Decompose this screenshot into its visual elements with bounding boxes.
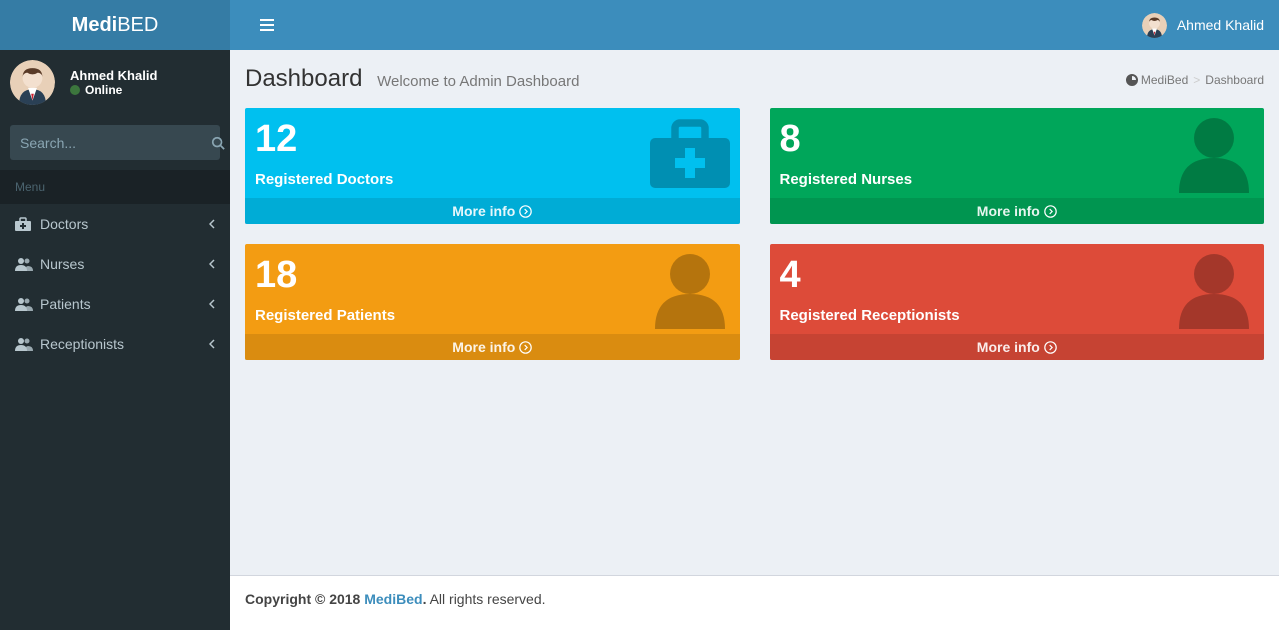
chevron-left-icon	[209, 339, 215, 349]
chevron-left-icon	[209, 259, 215, 269]
breadcrumb-current: Dashboard	[1205, 73, 1264, 87]
person-icon	[1174, 113, 1254, 193]
sidebar-toggle[interactable]	[245, 8, 289, 42]
sidebar: Ahmed Khalid Online Menu Doctors Nurses	[0, 50, 230, 630]
search-input[interactable]	[10, 135, 211, 151]
more-info-link[interactable]: More info	[770, 334, 1265, 360]
chevron-left-icon	[209, 219, 215, 229]
medkit-icon	[15, 217, 40, 231]
avatar	[10, 60, 55, 105]
user-menu[interactable]: Ahmed Khalid	[1142, 13, 1264, 38]
more-info-link[interactable]: More info	[245, 334, 740, 360]
search-button[interactable]	[211, 136, 225, 150]
breadcrumb: MediBed > Dashboard	[1126, 73, 1264, 87]
brand-bold: Medi	[72, 14, 118, 36]
menu-header: Menu	[0, 170, 230, 204]
person-icon	[650, 249, 730, 329]
breadcrumb-root[interactable]: MediBed	[1141, 73, 1188, 87]
arrow-circle-right-icon	[519, 341, 532, 354]
users-icon	[15, 337, 40, 351]
brand-link[interactable]: MediBed	[364, 591, 422, 607]
main-footer: Copyright © 2018 MediBed. All rights res…	[230, 575, 1279, 630]
stat-box-patients: 18 Registered Patients More info	[245, 244, 740, 360]
stat-box-doctors: 12 Registered Doctors More info	[245, 108, 740, 224]
user-panel: Ahmed Khalid Online	[0, 50, 230, 115]
person-icon	[1174, 249, 1254, 329]
chevron-left-icon	[209, 299, 215, 309]
sidebar-item-label: Receptionists	[40, 336, 124, 352]
stat-box-receptionists: 4 Registered Receptionists More info	[770, 244, 1265, 360]
status-dot-icon	[70, 85, 80, 95]
arrow-circle-right-icon	[1044, 341, 1057, 354]
user-status: Online	[70, 83, 157, 97]
bars-icon	[260, 18, 274, 32]
more-info-link[interactable]: More info	[770, 198, 1265, 224]
sidebar-item-label: Patients	[40, 296, 91, 312]
stat-box-nurses: 8 Registered Nurses More info	[770, 108, 1265, 224]
page-title: Dashboard Welcome to Admin Dashboard	[245, 65, 579, 93]
sidebar-item-doctors[interactable]: Doctors	[0, 204, 230, 244]
user-name-sidebar: Ahmed Khalid	[70, 68, 157, 83]
search-icon	[211, 136, 225, 150]
sidebar-item-label: Nurses	[40, 256, 84, 272]
brand-logo[interactable]: MediBED	[0, 0, 230, 50]
avatar	[1142, 13, 1167, 38]
more-info-link[interactable]: More info	[245, 198, 740, 224]
arrow-circle-right-icon	[519, 205, 532, 218]
arrow-circle-right-icon	[1044, 205, 1057, 218]
sidebar-item-patients[interactable]: Patients	[0, 284, 230, 324]
sidebar-item-nurses[interactable]: Nurses	[0, 244, 230, 284]
users-icon	[15, 257, 40, 271]
sidebar-item-label: Doctors	[40, 216, 88, 232]
medkit-icon	[650, 113, 730, 193]
brand-light: BED	[117, 14, 158, 36]
users-icon	[15, 297, 40, 311]
page-subtitle: Welcome to Admin Dashboard	[377, 73, 579, 90]
user-name-header: Ahmed Khalid	[1177, 17, 1264, 33]
dashboard-icon	[1126, 74, 1138, 86]
sidebar-item-receptionists[interactable]: Receptionists	[0, 324, 230, 364]
copyright-text: Copyright © 2018	[245, 591, 364, 607]
search-form	[10, 125, 220, 160]
rights-text: All rights reserved.	[426, 591, 545, 607]
